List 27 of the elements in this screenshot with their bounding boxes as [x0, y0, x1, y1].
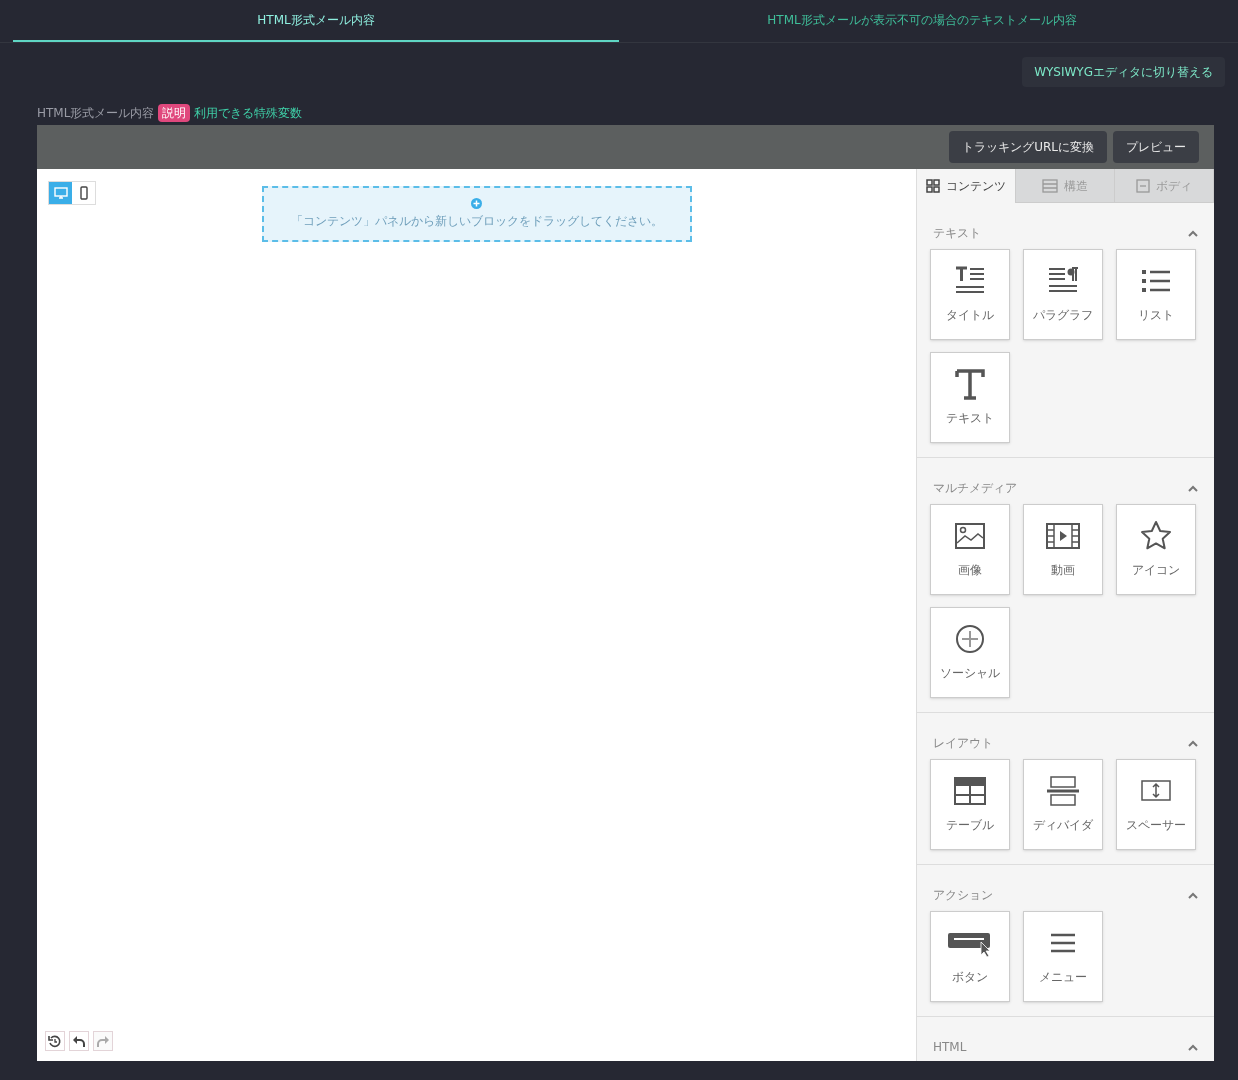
field-label: HTML形式メール内容 — [37, 105, 155, 122]
drop-hint: 「コンテンツ」パネルから新しいブロックをドラッグしてください。 — [290, 213, 663, 230]
block-tile[interactable]: テキスト — [930, 352, 1010, 443]
section-title: レイアウト — [933, 735, 993, 752]
section-title: マルチメディア — [933, 480, 1017, 497]
help-badge[interactable]: 説明 — [158, 104, 191, 122]
block-tile[interactable]: タイトル — [930, 249, 1010, 340]
toolbar-button[interactable]: トラッキングURLに変換 — [949, 131, 1107, 163]
block-tile[interactable]: テーブル — [930, 759, 1010, 850]
section-title: HTML — [933, 1039, 967, 1056]
block-tile[interactable]: パラグラフ — [1023, 249, 1103, 340]
switch-editor-button[interactable]: WYSIWYGエディタに切り替える — [1022, 57, 1225, 87]
section-title: テキスト — [933, 225, 981, 242]
block-tile[interactable]: スペーサー — [1116, 759, 1196, 850]
block-tile[interactable]: リスト — [1116, 249, 1196, 340]
block-tile[interactable]: ボタン — [930, 911, 1010, 1002]
block-tile[interactable]: ソーシャル — [930, 607, 1010, 698]
block-tile[interactable]: 画像 — [930, 504, 1010, 595]
section-title: アクション — [933, 887, 993, 904]
top-tab[interactable]: HTML形式メールが表示不可の場合のテキストメール内容 — [619, 0, 1225, 42]
block-tile[interactable]: 動画 — [1023, 504, 1103, 595]
block-tile[interactable]: アイコン — [1116, 504, 1196, 595]
block-tile[interactable]: メニュー — [1023, 911, 1103, 1002]
block-tile[interactable]: ディバイダ — [1023, 759, 1103, 850]
variables-link[interactable]: 利用できる特殊変数 — [194, 104, 303, 122]
top-tab[interactable]: HTML形式メール内容 — [13, 0, 619, 42]
toolbar-button[interactable]: プレビュー — [1113, 131, 1199, 163]
